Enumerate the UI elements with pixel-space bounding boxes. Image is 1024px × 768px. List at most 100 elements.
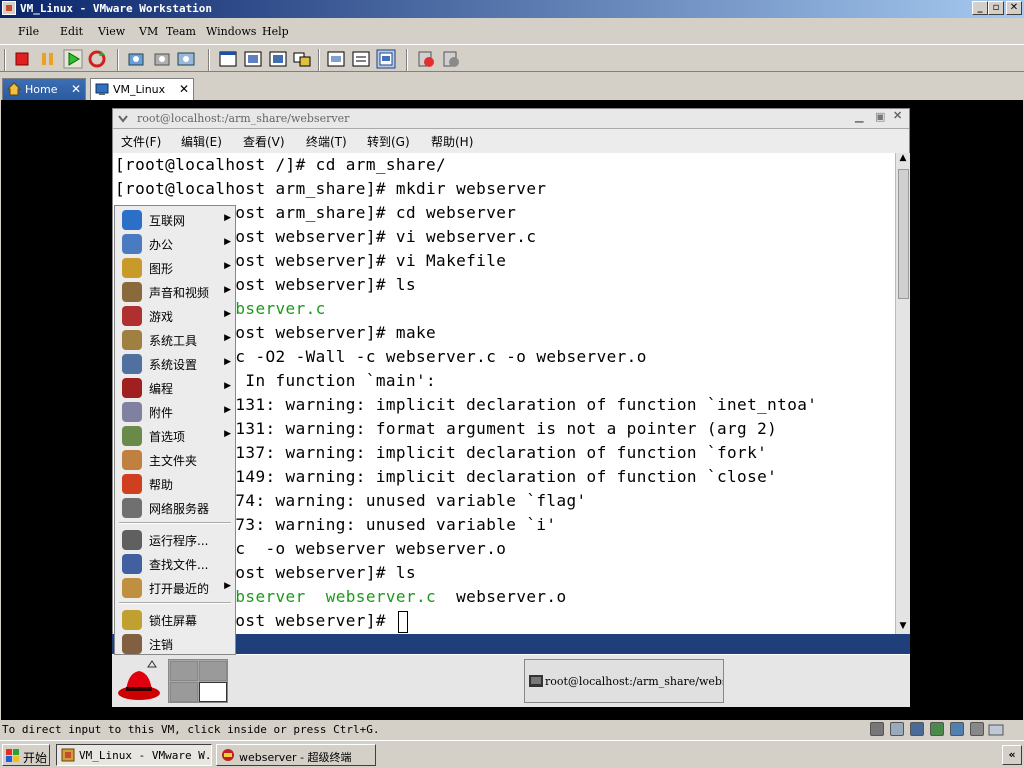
menu-item-games[interactable]: 游戏 ▶ (115, 304, 235, 328)
revert-snapshot-icon[interactable] (152, 49, 172, 69)
workspace-1[interactable] (170, 661, 198, 681)
cdrom-icon[interactable] (890, 722, 904, 736)
scroll-up-icon[interactable]: ▲ (896, 153, 910, 167)
submenu-arrow-icon: ▶ (224, 405, 231, 415)
maximize-button[interactable]: ▫ (988, 1, 1004, 15)
submenu-arrow-icon: ▶ (224, 581, 231, 591)
close-button[interactable]: ✕ (1006, 1, 1022, 15)
terminal-text: webserver.o (436, 587, 567, 606)
vmware-app-icon[interactable] (2, 1, 16, 15)
taskbar-hyperterminal-button[interactable]: webserver - 超级终端 (216, 744, 376, 766)
menu-windows[interactable]: Windows (206, 25, 256, 38)
terminal-menu-edit[interactable]: 编辑(E) (181, 133, 222, 150)
terminal-menu-terminal[interactable]: 终端(T) (306, 133, 347, 150)
settings-icon[interactable] (376, 49, 396, 69)
printer-icon[interactable] (870, 722, 884, 736)
menu-item-label: 运行程序... (149, 534, 209, 548)
terminal-close-icon[interactable]: ✕ (893, 109, 902, 122)
preferences-icon[interactable] (441, 49, 461, 69)
quick-switch-icon[interactable] (243, 49, 263, 69)
status-message-icon[interactable] (988, 722, 1004, 738)
snapshot-icon[interactable] (126, 49, 146, 69)
workspace-3[interactable] (170, 682, 198, 702)
menu-item-network-servers[interactable]: 网络服务器 (115, 496, 235, 520)
menu-item-logout[interactable]: 注销 (115, 632, 235, 656)
pause-icon[interactable] (38, 49, 58, 69)
graphics-icon (122, 258, 142, 278)
menu-item-lock-screen[interactable]: 锁住屏幕 (115, 608, 235, 632)
menu-team[interactable]: Team (166, 25, 196, 38)
workspace-4[interactable] (199, 682, 227, 702)
terminal-maximize-icon[interactable]: ▣ (875, 110, 885, 123)
taskbar-vmware-label: VM_Linux - VMware W... (79, 749, 212, 762)
menu-help[interactable]: Help (262, 25, 289, 38)
unity-icon[interactable] (351, 49, 371, 69)
scrollbar-thumb[interactable] (898, 169, 909, 299)
tab-home-close-icon[interactable]: ✕ (71, 82, 81, 96)
menu-item-find-files[interactable]: 查找文件... (115, 552, 235, 576)
message-icon[interactable] (970, 722, 984, 736)
console-view-icon[interactable] (292, 49, 312, 69)
menu-item-system-settings[interactable]: 系统设置 ▶ (115, 352, 235, 376)
menu-item-sound-video[interactable]: 声音和视频 ▶ (115, 280, 235, 304)
vmware-menubar: File Edit View VM Team Windows Help (0, 22, 1024, 42)
appliance-view-icon[interactable] (326, 49, 346, 69)
terminal-menu-view[interactable]: 查看(V) (243, 133, 285, 150)
window-menu-icon[interactable] (117, 114, 129, 124)
terminal-cursor (397, 610, 408, 633)
windows-taskbar: 开始 VM_Linux - VMware W... webserver - 超级… (0, 740, 1024, 768)
scroll-down-icon[interactable]: ▼ (896, 621, 910, 635)
tab-vm-linux-close-icon[interactable]: ✕ (179, 82, 189, 96)
menu-item-preferences[interactable]: 首选项 ▶ (115, 424, 235, 448)
menu-item-label: 锁住屏幕 (149, 614, 198, 628)
window-titlebar[interactable]: VM_Linux - VMware Workstation _ ▫ ✕ (0, 0, 1024, 18)
menu-vm[interactable]: VM (139, 25, 158, 38)
summary-view-icon[interactable] (268, 49, 288, 69)
stop-icon[interactable] (12, 49, 32, 69)
show-hidden-icons-button[interactable]: « (1002, 745, 1022, 765)
play-icon[interactable] (63, 49, 83, 69)
menu-item-programming[interactable]: 编程 ▶ (115, 376, 235, 400)
redhat-menu-icon[interactable] (116, 659, 162, 703)
menu-item-graphics[interactable]: 图形 ▶ (115, 256, 235, 280)
terminal-scrollbar[interactable]: ▲ ▼ (895, 153, 910, 635)
full-screen-icon[interactable] (218, 49, 238, 69)
minimize-button[interactable]: _ (972, 1, 988, 15)
menu-item-recent-docs[interactable]: 打开最近的 ▶ (115, 576, 235, 600)
terminal-menu-file[interactable]: 文件(F) (121, 133, 161, 150)
workspace-switcher[interactable] (168, 659, 228, 703)
menu-view[interactable]: View (98, 25, 125, 38)
reset-icon[interactable] (87, 49, 107, 69)
terminal-titlebar[interactable]: root@localhost:/arm_share/webserver ▁ ▣ … (113, 109, 909, 129)
home-icon (7, 82, 21, 96)
menu-item-system-tools[interactable]: 系统工具 ▶ (115, 328, 235, 352)
lock-screen-icon (122, 610, 142, 630)
snapshot-manager-icon[interactable] (176, 49, 196, 69)
menu-item-accessories[interactable]: 附件 ▶ (115, 400, 235, 424)
workspace-2[interactable] (199, 661, 227, 681)
tab-home[interactable]: Home ✕ (2, 78, 86, 100)
office-icon (122, 234, 142, 254)
terminal-minimize-icon[interactable]: ▁ (855, 110, 863, 123)
tools-icon[interactable] (416, 49, 436, 69)
menu-item-label: 主文件夹 (149, 454, 198, 468)
panel-task-button[interactable]: root@localhost:/arm_share/webserver (524, 659, 724, 703)
menu-item-run-program[interactable]: 运行程序... (115, 528, 235, 552)
menu-file[interactable]: File (18, 25, 39, 38)
sound-video-icon (122, 282, 142, 302)
terminal-menu-goto[interactable]: 转到(G) (367, 133, 410, 150)
tab-vm-linux[interactable]: VM_Linux ✕ (90, 78, 194, 100)
terminal-menu-help[interactable]: 帮助(H) (431, 133, 473, 150)
games-icon (122, 306, 142, 326)
start-button[interactable]: 开始 (2, 744, 50, 766)
menu-item-office[interactable]: 办公 ▶ (115, 232, 235, 256)
menu-item-home-folder[interactable]: 主文件夹 (115, 448, 235, 472)
taskbar-vmware-button[interactable]: VM_Linux - VMware W... (56, 744, 212, 766)
menu-edit[interactable]: Edit (60, 25, 83, 38)
floppy-icon[interactable] (910, 722, 924, 736)
network-icon[interactable] (930, 722, 944, 736)
audio-icon[interactable] (950, 722, 964, 736)
menu-item-help[interactable]: 帮助 (115, 472, 235, 496)
terminal-line: [root@localhost /]# cd arm_share/ (115, 153, 446, 177)
menu-item-globe[interactable]: 互联网 ▶ (115, 208, 235, 232)
